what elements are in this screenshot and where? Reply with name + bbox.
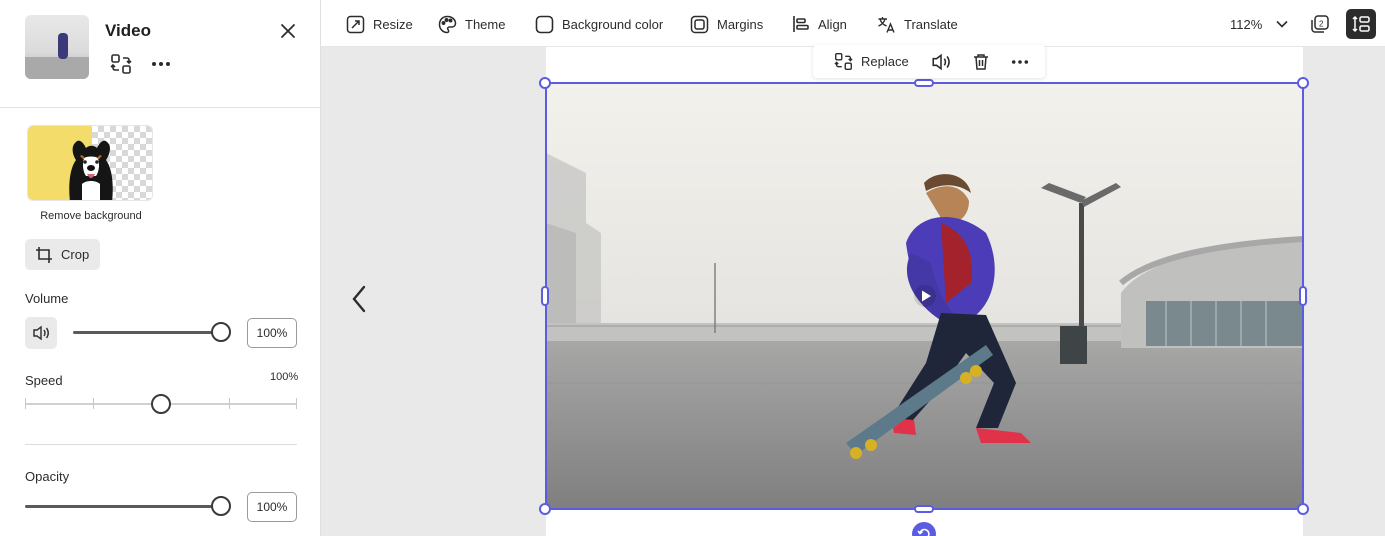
- speaker-icon: [932, 53, 950, 70]
- background-color-label: Background color: [562, 16, 664, 32]
- resize-button[interactable]: Resize: [346, 12, 413, 36]
- dog-image: [69, 140, 113, 200]
- more-options-button[interactable]: [148, 51, 174, 77]
- opacity-slider-track[interactable]: [25, 505, 221, 508]
- remove-background-label: Remove background: [40, 210, 142, 222]
- panel-divider: [25, 444, 297, 445]
- resize-handle-top[interactable]: [914, 79, 934, 87]
- pages-icon: 2: [1311, 15, 1329, 33]
- opacity-value-field[interactable]: 100%: [247, 492, 297, 522]
- resize-handle-bottom-left[interactable]: [539, 503, 551, 515]
- resize-icon: [346, 15, 365, 33]
- replace-icon: [110, 54, 132, 74]
- crop-label: Crop: [61, 247, 90, 262]
- close-panel-button[interactable]: [276, 19, 300, 43]
- speed-tick: [296, 398, 297, 409]
- volume-slider-track[interactable]: [73, 331, 221, 334]
- pages-button[interactable]: 2: [1307, 11, 1333, 37]
- theme-button[interactable]: Theme: [438, 12, 505, 36]
- replace-button[interactable]: Replace: [834, 49, 909, 74]
- translate-label: Translate: [904, 16, 958, 32]
- volume-label: Volume: [25, 291, 69, 306]
- zoom-dropdown[interactable]: 112%: [1230, 13, 1288, 35]
- align-left-icon: [793, 16, 809, 32]
- speed-tick: [25, 398, 26, 409]
- resize-handle-top-right[interactable]: [1297, 77, 1309, 89]
- translate-icon: [878, 16, 895, 33]
- color-swatch-icon: [535, 15, 554, 33]
- align-button[interactable]: Align: [792, 12, 847, 36]
- replace-label: Replace: [861, 54, 909, 69]
- chevron-down-icon: [1276, 20, 1288, 28]
- rotate-icon: [917, 528, 930, 536]
- panel-title: Video: [105, 21, 151, 40]
- chevron-left-icon: [352, 285, 366, 313]
- theme-label: Theme: [465, 16, 506, 32]
- more-icon: [1011, 59, 1029, 64]
- replace-video-button[interactable]: [108, 51, 134, 77]
- margins-icon: [690, 15, 709, 33]
- speed-value: 100%: [270, 371, 299, 383]
- crop-button[interactable]: Crop: [25, 239, 100, 270]
- speed-label: Speed: [25, 373, 63, 388]
- layers-icon: [1352, 15, 1370, 33]
- opacity-label: Opacity: [25, 469, 70, 484]
- close-icon: [281, 24, 295, 38]
- more-options-button[interactable]: [1011, 49, 1029, 74]
- volume-slider-handle[interactable]: [211, 322, 231, 342]
- translate-button[interactable]: Translate: [877, 12, 958, 36]
- speed-tick: [229, 398, 230, 409]
- previous-page-button[interactable]: [346, 284, 372, 314]
- resize-handle-top-left[interactable]: [539, 77, 551, 89]
- crop-icon: [36, 246, 52, 263]
- audio-button[interactable]: [931, 49, 951, 74]
- delete-button[interactable]: [972, 49, 990, 74]
- element-context-toolbar: Replace: [813, 45, 1045, 78]
- background-color-button[interactable]: Background color: [535, 12, 663, 36]
- panel-header: Video: [0, 0, 320, 108]
- margins-label: Margins: [717, 16, 764, 32]
- speed-tick: [93, 398, 94, 409]
- opacity-slider-handle[interactable]: [211, 496, 231, 516]
- resize-handle-bottom-right[interactable]: [1297, 503, 1309, 515]
- trash-icon: [974, 53, 988, 70]
- resize-label: Resize: [373, 16, 413, 32]
- mute-toggle-button[interactable]: [25, 317, 57, 349]
- speed-slider-handle[interactable]: [151, 394, 171, 414]
- volume-value-field[interactable]: 100%: [247, 318, 297, 348]
- resize-handle-left[interactable]: [541, 286, 549, 306]
- svg-text:2: 2: [1319, 20, 1324, 29]
- layers-panel-button[interactable]: [1346, 9, 1376, 39]
- zoom-value: 112%: [1230, 16, 1263, 32]
- play-icon[interactable]: [913, 284, 937, 308]
- more-icon: [152, 62, 170, 66]
- video-thumbnail: [25, 15, 89, 79]
- resize-handle-bottom[interactable]: [914, 505, 934, 513]
- align-label: Align: [818, 16, 847, 32]
- resize-handle-right[interactable]: [1299, 286, 1307, 306]
- top-toolbar: Resize Theme Background color Margins Al…: [321, 0, 1385, 47]
- remove-background-card[interactable]: [27, 125, 153, 201]
- margins-button[interactable]: Margins: [690, 12, 763, 36]
- palette-icon: [438, 15, 457, 33]
- speaker-icon: [33, 325, 49, 341]
- replace-icon: [834, 53, 853, 70]
- properties-panel: Video Remove background Crop Volume 100%…: [0, 0, 321, 536]
